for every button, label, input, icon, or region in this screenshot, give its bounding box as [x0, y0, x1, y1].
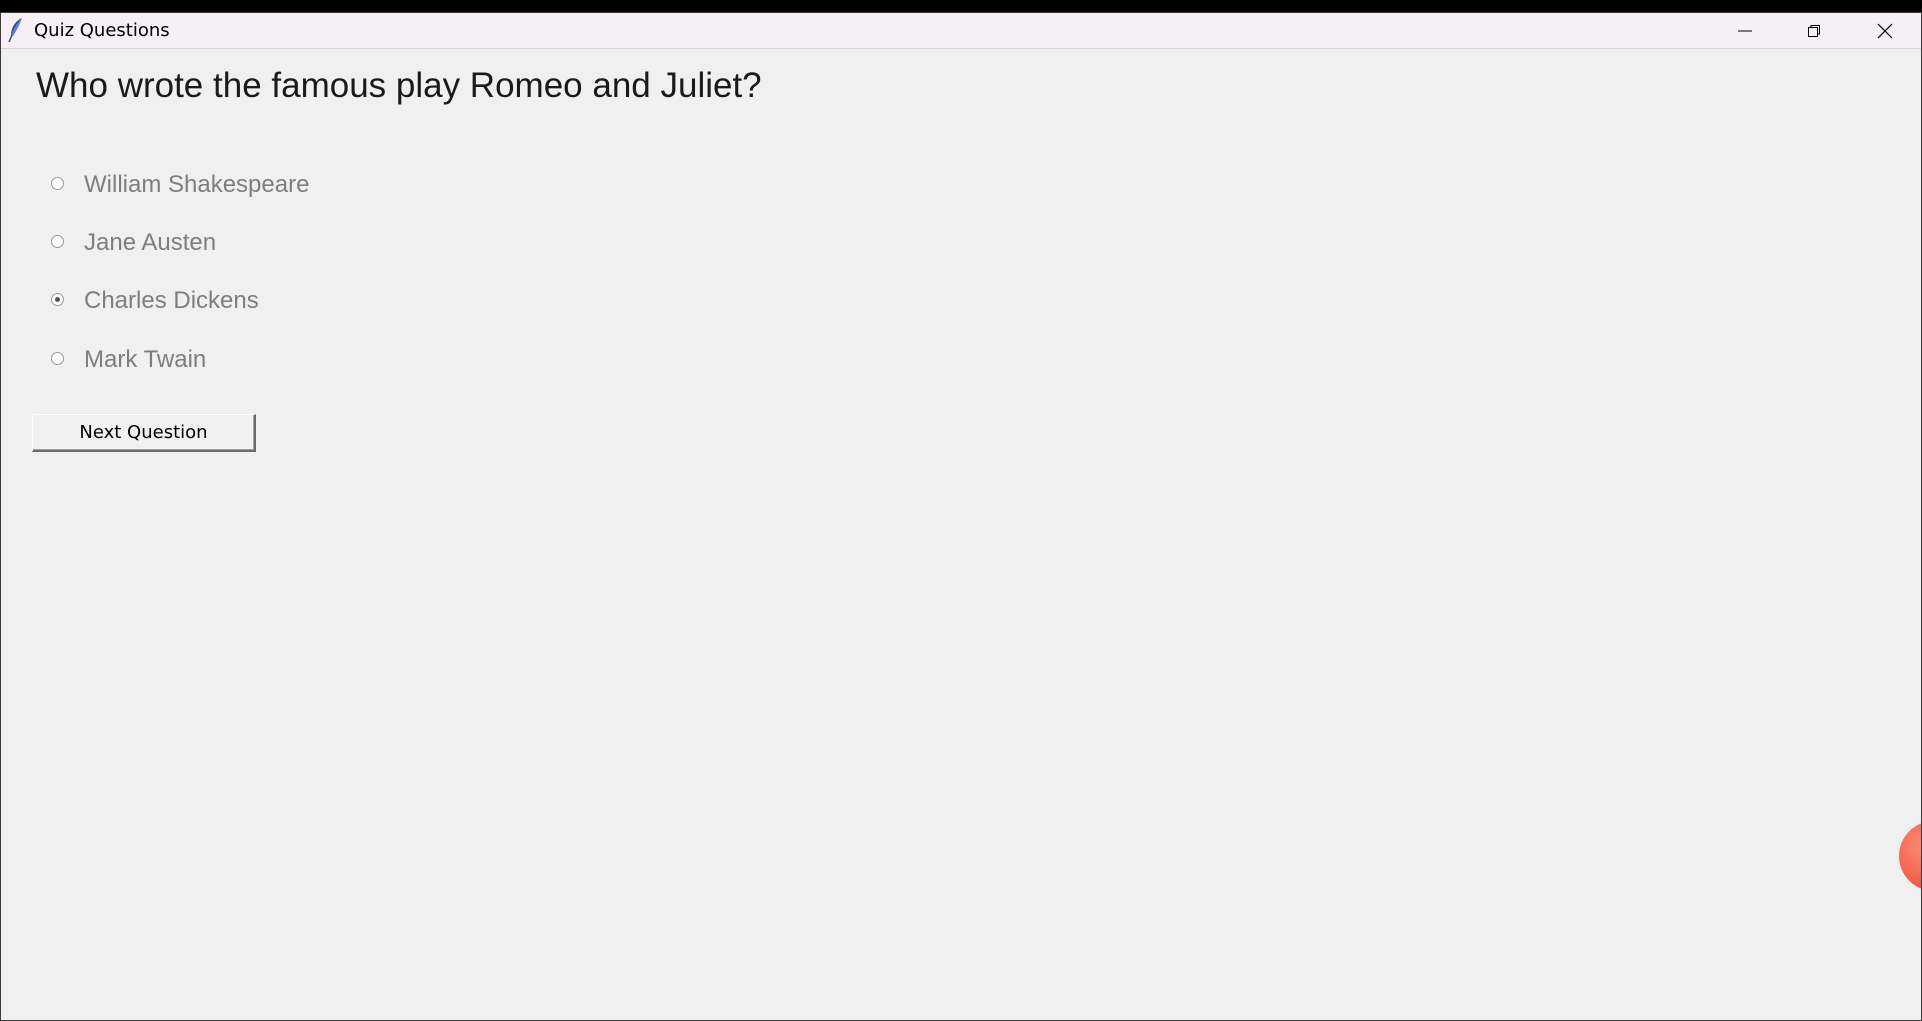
option-label: William Shakespeare: [84, 171, 310, 198]
quiz-panel: Who wrote the famous play Romeo and Juli…: [1, 49, 1921, 1020]
restore-button[interactable]: [1780, 13, 1848, 48]
restore-icon: [1807, 24, 1821, 38]
close-button[interactable]: [1851, 13, 1919, 48]
radio-button-selected[interactable]: [51, 292, 64, 306]
option-charles-dickens[interactable]: Charles Dickens: [51, 283, 259, 319]
option-label: Charles Dickens: [84, 287, 259, 314]
option-mark-twain[interactable]: Mark Twain: [51, 342, 206, 378]
option-jane-austen[interactable]: Jane Austen: [51, 225, 216, 261]
window-title: Quiz Questions: [34, 20, 170, 41]
radio-button[interactable]: [51, 176, 64, 190]
next-question-button[interactable]: Next Question: [32, 414, 256, 452]
feather-icon: [7, 17, 25, 43]
minimize-icon: [1738, 24, 1752, 38]
option-label: Mark Twain: [84, 346, 207, 373]
option-william-shakespeare[interactable]: William Shakespeare: [51, 167, 309, 203]
title-bar[interactable]: Quiz Questions: [1, 13, 1921, 49]
question-text: Who wrote the famous play Romeo and Juli…: [36, 66, 762, 105]
option-label: Jane Austen: [84, 229, 217, 256]
close-icon: [1877, 23, 1893, 39]
app-window: Quiz Questions Who wrote the famous play…: [0, 12, 1922, 1021]
radio-button[interactable]: [51, 234, 64, 248]
minimize-button[interactable]: [1711, 13, 1779, 48]
radio-button[interactable]: [51, 351, 64, 365]
